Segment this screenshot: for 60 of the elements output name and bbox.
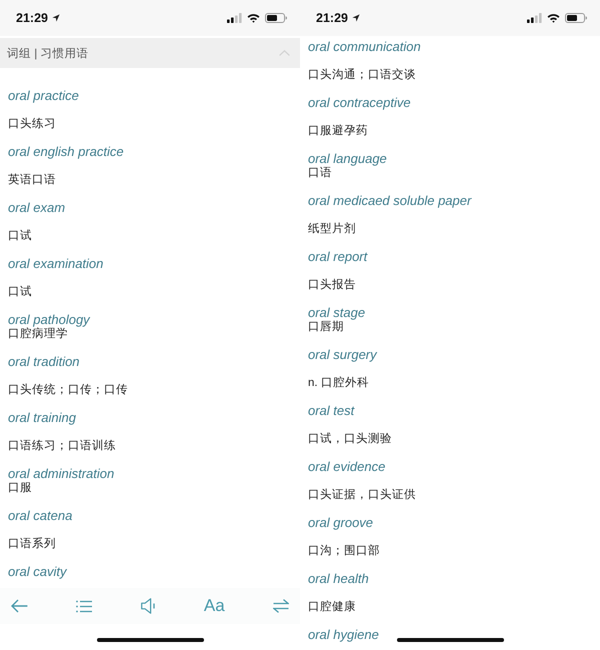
location-arrow-icon: [352, 14, 360, 22]
wifi-icon: [247, 13, 260, 23]
phrase-term: oral tradition: [8, 354, 80, 370]
arrow-left-icon: [11, 599, 28, 613]
phrase-term: oral test: [308, 403, 354, 419]
phrase-meaning: 口唇期: [308, 320, 344, 335]
phrase-term: oral groove: [308, 515, 374, 531]
phrase-term: oral evidence: [308, 459, 386, 475]
status-time: 21:29: [316, 11, 348, 25]
phrase-meaning: 口服避孕药: [308, 124, 368, 139]
phrase-term: oral stage: [308, 305, 366, 320]
phrase-term: oral language: [308, 151, 387, 166]
phrase-term: oral english practice: [8, 144, 124, 160]
list-icon: [76, 600, 92, 612]
phrase-meaning: 口语: [308, 166, 332, 181]
phrase-meaning: 口头报告: [308, 278, 356, 293]
phrase-meaning: 口试: [8, 284, 32, 300]
wifi-icon: [547, 13, 560, 23]
phrase-term: oral training: [8, 410, 76, 426]
phrase-term: oral hygiene: [308, 627, 379, 643]
phrase-meaning: 口语练习；口语训练: [8, 438, 116, 454]
phrase-term: oral cavity: [8, 564, 67, 580]
battery-icon: [565, 13, 587, 23]
phrase-meaning: 口头练习: [8, 116, 56, 132]
location-arrow-icon: [52, 14, 60, 22]
phrase-meaning: 口头传统；口传；口传: [8, 382, 128, 398]
phrase-term: oral administration: [8, 466, 114, 482]
phrase-term: oral health: [308, 571, 369, 587]
speaker-icon: [140, 598, 156, 614]
section-header[interactable]: 词组 | 习惯用语: [0, 38, 300, 68]
phrase-meaning: n. 口腔外科: [308, 376, 369, 391]
pronounce-button[interactable]: [140, 598, 156, 614]
phrase-meaning: 口沟；围口部: [308, 543, 380, 559]
phrase-meaning: 口头证据，口头证供: [308, 488, 416, 503]
phrase-meaning: 口头沟通；口语交谈: [308, 67, 416, 83]
phrase-term: oral exam: [8, 200, 66, 216]
status-time: 21:29: [16, 11, 48, 25]
phrase-term: oral communication: [308, 39, 421, 55]
phrase-meaning: 口语系列: [8, 536, 56, 552]
switch-button[interactable]: [272, 599, 289, 613]
phrase-term: oral report: [308, 249, 368, 265]
phrase-meaning: 口腔病理学: [8, 327, 68, 342]
phrase-meaning: 口腔健康: [308, 599, 356, 615]
signal-icon: [527, 13, 542, 23]
back-button[interactable]: [11, 599, 28, 613]
phrase-term: oral surgery: [308, 347, 377, 363]
battery-icon: [265, 13, 287, 23]
contents-button[interactable]: [76, 600, 92, 612]
phrase-term: oral catena: [8, 508, 72, 524]
phrase-meaning: 纸型片剂: [308, 221, 356, 237]
phrase-meaning: 口试: [8, 228, 32, 244]
phrase-term: oral contraceptive: [308, 95, 411, 111]
phrase-meaning: 口服: [8, 481, 32, 496]
signal-icon: [227, 13, 242, 23]
phrase-term: oral practice: [8, 88, 79, 104]
phrase-term: oral pathology: [8, 312, 90, 328]
phrase-meaning: 英语口语: [8, 172, 56, 188]
phrase-term: oral medicaed soluble paper: [308, 193, 472, 209]
phrase-term: oral examination: [8, 256, 104, 272]
phrase-meaning: 口试，口头测验: [308, 432, 392, 447]
